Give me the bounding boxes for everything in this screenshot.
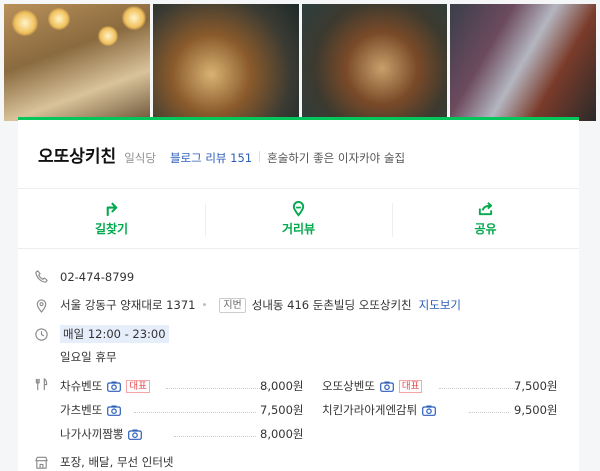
action-bar: 길찾기 거리뷰 공유 — [18, 188, 579, 249]
menu-item-price: 8,000원 — [260, 427, 304, 441]
street-view-label: 거리뷰 — [281, 222, 316, 236]
menu-item[interactable]: 치킨가라아게엔감튀 — [322, 402, 437, 418]
photo-dish-1[interactable] — [152, 4, 299, 121]
camera-icon[interactable] — [107, 381, 122, 392]
street-view-button[interactable]: 거리뷰 — [205, 189, 392, 248]
place-category: 일식당 — [124, 151, 156, 165]
menu-item-price: 7,500원 — [260, 403, 304, 417]
holiday-text: 일요일 휴무 — [60, 350, 117, 364]
menu-item-name: 가츠벤또 — [60, 403, 103, 417]
facilities-row: 포장, 배달, 무선 인터넷 — [34, 454, 174, 470]
jibun-badge: 지번 — [219, 297, 246, 313]
place-name: 오또상키친 — [38, 147, 117, 167]
utensils-icon — [34, 377, 49, 392]
menu-item-name: 차슈벤또 — [60, 379, 103, 393]
jibun-address: 성내동 416 둔촌빌딩 오또상키친 — [251, 298, 412, 312]
phone-number[interactable]: 02-474-8799 — [60, 270, 134, 284]
camera-icon[interactable] — [422, 405, 437, 416]
phone-row: 02-474-8799 — [34, 269, 134, 284]
photo-interior[interactable] — [4, 4, 150, 121]
road-address: 서울 강동구 양재대로 1371 — [60, 298, 196, 312]
address-row: 서울 강동구 양재대로 1371 • 지번 성내동 416 둔촌빌딩 오또상키친… — [34, 297, 461, 313]
street-view-icon — [292, 201, 305, 217]
place-card: 오또상키친 일식당 블로그 리뷰 151 혼술하기 좋은 이자카야 술집 길찾기… — [18, 117, 579, 471]
share-icon — [478, 202, 493, 216]
camera-icon[interactable] — [107, 405, 122, 416]
photo-gallery[interactable] — [4, 4, 596, 121]
place-description: 혼술하기 좋은 이자카야 술집 — [267, 151, 406, 165]
title-row: 오또상키친 일식당 블로그 리뷰 151 혼술하기 좋은 이자카야 술집 — [38, 142, 405, 167]
holiday-row: 일요일 휴무 — [60, 349, 117, 365]
menu-item-name: 나가사끼짬뽕 — [60, 427, 124, 441]
photo-dish-2[interactable] — [301, 4, 448, 121]
phone-icon — [34, 269, 49, 284]
clock-icon — [34, 327, 49, 342]
menu-item-price: 9,500원 — [514, 403, 558, 417]
camera-icon[interactable] — [380, 381, 394, 392]
menu-item-price: 8,000원 — [260, 379, 304, 393]
photo-dish-3[interactable] — [450, 4, 596, 121]
business-hours[interactable]: 매일 12:00 - 23:00 — [60, 325, 169, 343]
share-label: 공유 — [474, 222, 497, 236]
hours-row: 매일 12:00 - 23:00 — [34, 325, 169, 343]
menu-item-name: 오또상벤또 — [322, 379, 375, 393]
representative-badge: 대표 — [126, 379, 150, 393]
map-link[interactable]: 지도보기 — [419, 297, 461, 313]
facilities-text: 포장, 배달, 무선 인터넷 — [60, 455, 174, 469]
menu-item[interactable]: 가츠벤또 — [60, 402, 122, 418]
directions-label: 길찾기 — [94, 222, 129, 236]
menu-item-name: 치킨가라아게엔감튀 — [322, 403, 418, 417]
menu-item-price: 7,500원 — [514, 379, 558, 393]
directions-icon — [106, 202, 118, 217]
share-button[interactable]: 공유 — [392, 189, 579, 248]
menu-item[interactable]: 나가사끼짬뽕 — [60, 426, 143, 442]
menu-item[interactable]: 차슈벤또 대표 — [60, 378, 150, 394]
store-icon — [34, 455, 49, 470]
location-pin-icon — [34, 298, 49, 313]
divider — [259, 151, 261, 162]
menu-item[interactable]: 오또상벤또 대표 — [322, 378, 423, 394]
directions-button[interactable]: 길찾기 — [18, 189, 205, 248]
representative-badge: 대표 — [398, 379, 423, 393]
blog-review-link[interactable]: 블로그 리뷰 151 — [170, 150, 252, 166]
camera-icon[interactable] — [128, 429, 143, 440]
